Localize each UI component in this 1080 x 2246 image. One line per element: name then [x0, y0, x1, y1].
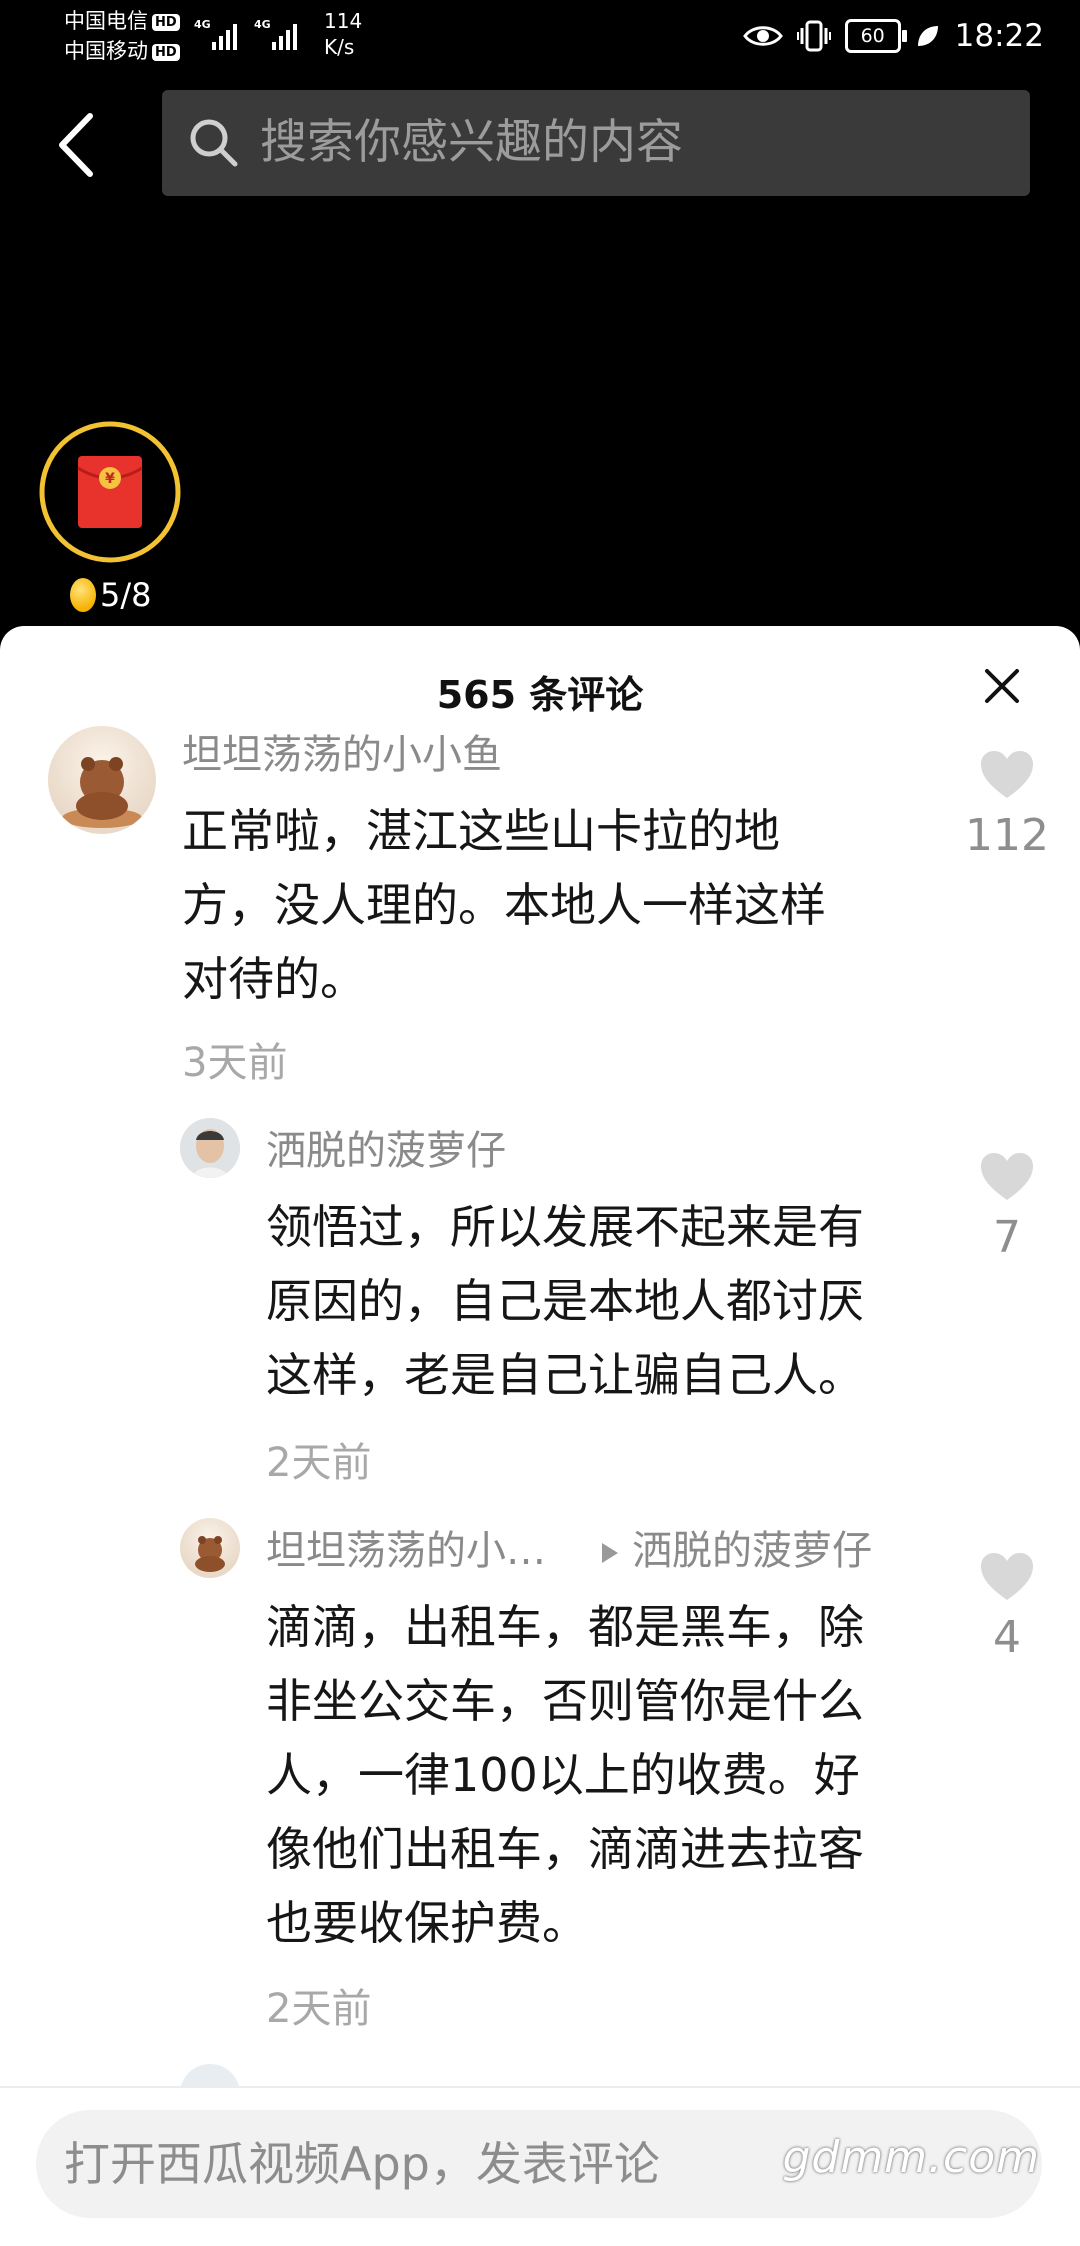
- avatar[interactable]: [180, 1118, 240, 1178]
- like-button[interactable]: 7: [962, 1152, 1052, 1263]
- like-count: 7: [993, 1212, 1021, 1263]
- red-packet-icon: ¥: [39, 421, 181, 563]
- reply-username[interactable]: 洒脱的菠萝仔: [266, 1118, 506, 1176]
- comment-text: 正常啦，湛江这些山卡拉的地 方，没人理的。本地人一样这样 对待的。: [182, 794, 826, 1016]
- back-icon[interactable]: [52, 112, 102, 178]
- eye-comfort-icon: [742, 26, 783, 46]
- heart-icon: [981, 751, 1033, 798]
- coin-icon: [70, 578, 96, 612]
- coin-progress-text: 5/8: [100, 576, 152, 614]
- speed-unit: K/s: [324, 35, 355, 59]
- coin-progress: 5/8: [70, 576, 152, 614]
- speed-value: 114: [324, 9, 363, 33]
- comment-time: 3天前: [182, 1040, 288, 1086]
- comment-line: 像他们出租车，滴滴进去拉客: [266, 1822, 864, 1876]
- clock: 18:22: [954, 18, 1044, 54]
- like-button[interactable]: 4: [962, 1552, 1052, 1663]
- comment-line: 非坐公交车，否则管你是什么: [266, 1674, 864, 1728]
- search-icon: [190, 119, 238, 167]
- carrier-1: 中国电信: [64, 9, 148, 33]
- comment-line: 领悟过，所以发展不起来是有: [266, 1200, 864, 1254]
- avatar[interactable]: [180, 1518, 240, 1578]
- heart-icon: [981, 1553, 1033, 1600]
- comment-time: 2天前: [266, 1986, 372, 2032]
- hd-badge: HD: [152, 43, 180, 61]
- like-count: 4: [993, 1612, 1021, 1663]
- search-input[interactable]: 搜索你感兴趣的内容: [162, 90, 1030, 196]
- red-packet-button[interactable]: ¥: [38, 420, 182, 564]
- reply-text: 领悟过，所以发展不起来是有 原因的，自己是本地人都讨厌 这样，老是自己让骗自己人…: [266, 1190, 864, 1412]
- comment-line: 也要收保护费。: [266, 1896, 588, 1950]
- reply-author[interactable]: 坦坦荡荡的小…: [266, 1528, 546, 1574]
- person-avatar-image: [180, 1118, 240, 1178]
- comment-input-bar: 打开西瓜视频App，发表评论 gdmm.com: [0, 2086, 1080, 2246]
- comment-username[interactable]: 坦坦荡荡的小小鱼: [182, 722, 502, 780]
- leaf-icon: [917, 26, 938, 46]
- comment-line: 人，一律100以上的收费。好: [266, 1748, 860, 1802]
- battery-indicator: 60: [844, 19, 907, 53]
- svg-text:4G: 4G: [194, 18, 211, 31]
- network-speed: 114 K/s: [324, 8, 362, 60]
- signal-icon: 4G: [194, 18, 237, 50]
- heart-icon: [981, 1153, 1033, 1200]
- like-count: 112: [965, 810, 1049, 861]
- bear-avatar-image: [62, 757, 142, 828]
- status-bar: 中国电信 HD 中国移动 HD 4G 4G 114 K/s 60 18:22: [0, 0, 1080, 72]
- svg-text:¥: ¥: [105, 471, 115, 487]
- watermark: gdmm.com: [782, 2132, 1040, 2183]
- reply-text: 滴滴，出租车，都是黑车，除 非坐公交车，否则管你是什么 人，一律100以上的收费…: [266, 1590, 864, 1960]
- signal-icon-2: 4G: [254, 18, 297, 50]
- search-placeholder: 搜索你感兴趣的内容: [260, 115, 683, 170]
- reply-target[interactable]: 洒脱的菠萝仔: [632, 1528, 872, 1574]
- close-icon[interactable]: [982, 666, 1022, 706]
- comment-line: 方，没人理的。本地人一样这样: [182, 878, 826, 932]
- reply-arrow-icon: [602, 1543, 618, 1563]
- comment-time: 2天前: [266, 1440, 372, 1486]
- carrier-info: 中国电信 HD 中国移动 HD: [64, 6, 180, 66]
- like-button[interactable]: 112: [962, 750, 1052, 861]
- svg-text:4G: 4G: [254, 18, 271, 31]
- comment-line: 对待的。: [182, 952, 366, 1006]
- comment-line: 这样，老是自己让骗自己人。: [266, 1348, 864, 1402]
- comments-sheet: 565 条评论 坦坦荡荡的小小鱼 正常啦，湛江这些山卡拉的地 方，没人理的。本地…: [0, 626, 1080, 2244]
- comment-input-placeholder: 打开西瓜视频App，发表评论: [64, 2137, 660, 2191]
- carrier-2: 中国移动: [64, 39, 148, 63]
- comment-line: 原因的，自己是本地人都讨厌: [266, 1274, 864, 1328]
- reply-username[interactable]: 坦坦荡荡的小… 洒脱的菠萝仔: [266, 1518, 872, 1576]
- hd-badge: HD: [152, 13, 180, 31]
- comment-line: 滴滴，出租车，都是黑车，除: [266, 1600, 864, 1654]
- comment-line: 正常啦，湛江这些山卡拉的地: [182, 804, 780, 858]
- avatar[interactable]: [48, 726, 156, 834]
- bear-avatar-image: [195, 1536, 225, 1572]
- comments-title: 565 条评论: [436, 673, 644, 717]
- vibrate-icon: [796, 20, 831, 52]
